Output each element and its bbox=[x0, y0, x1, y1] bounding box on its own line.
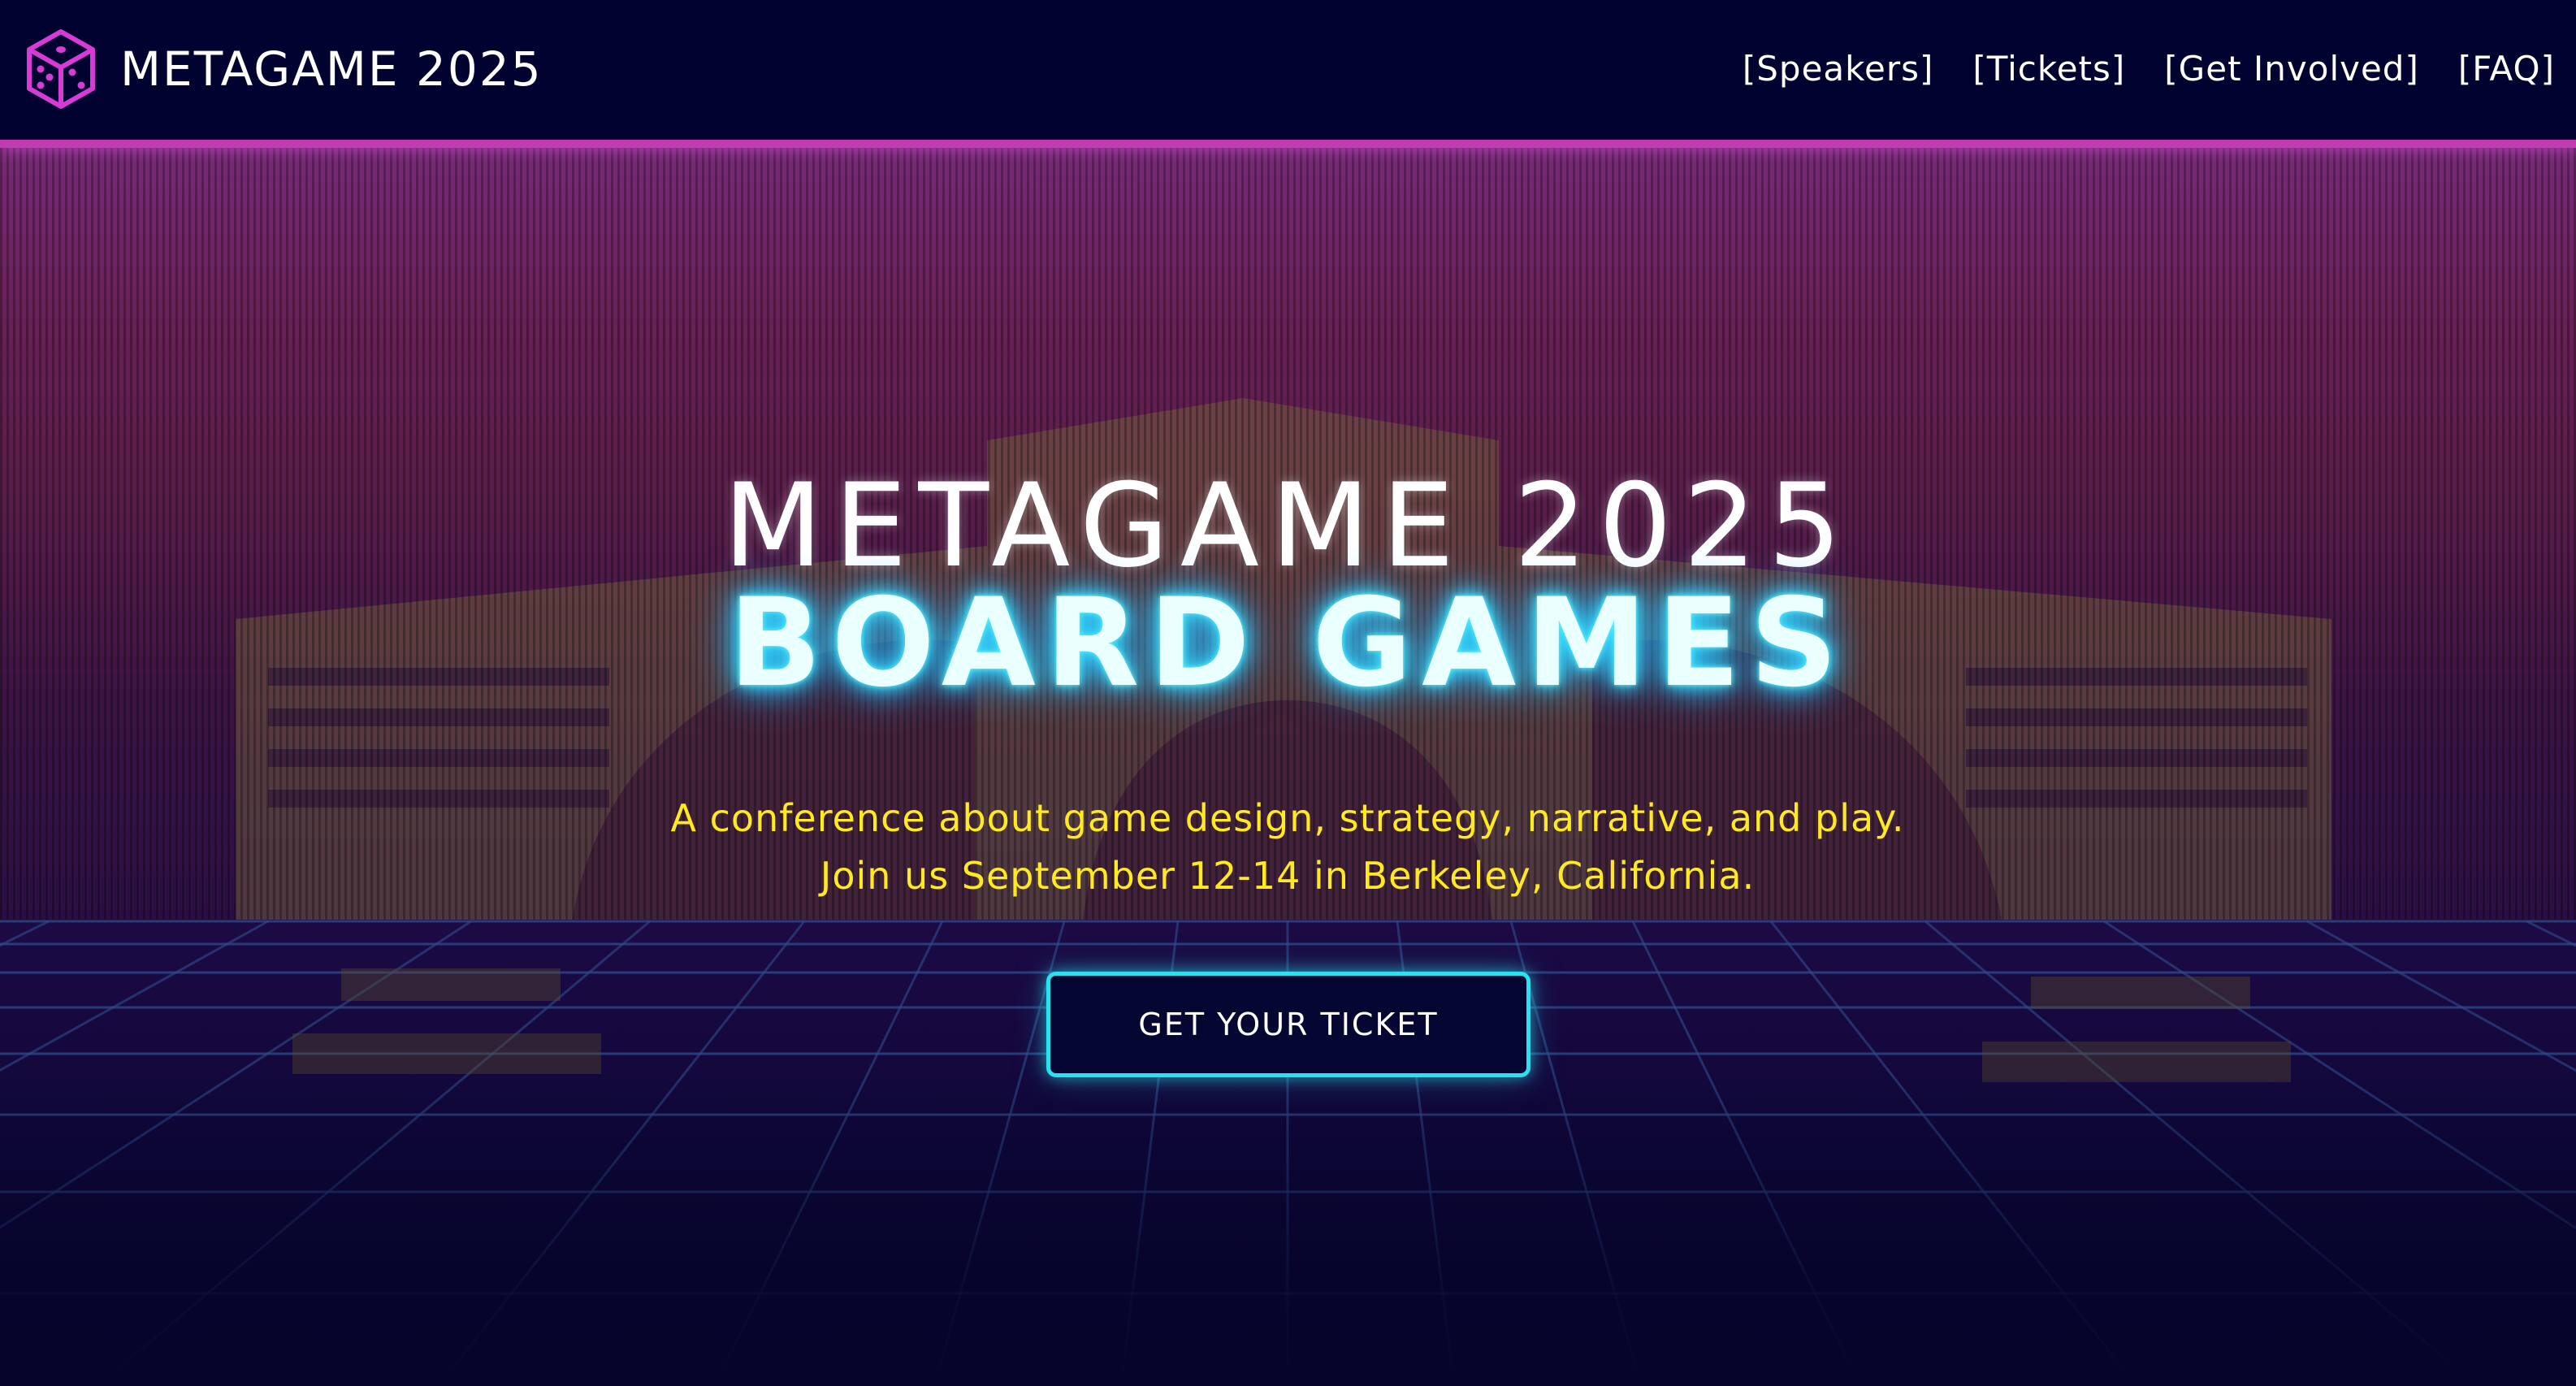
hero-title: METAGAME 2025 bbox=[723, 459, 1853, 593]
hero-subtitle-neon: BOARD GAMES bbox=[728, 573, 1848, 714]
dice-icon bbox=[27, 29, 95, 109]
nav-links: [Speakers] [Tickets] [Get Involved] [FAQ… bbox=[1743, 42, 2555, 96]
nav-link-speakers[interactable]: [Speakers] bbox=[1743, 42, 1933, 96]
nav-link-tickets[interactable]: [Tickets] bbox=[1972, 42, 2125, 96]
get-your-ticket-button[interactable]: GET YOUR TICKET bbox=[1046, 972, 1530, 1077]
brand-name: METAGAME 2025 bbox=[120, 41, 543, 97]
hero-description: A conference about game design, strategy… bbox=[670, 796, 1905, 898]
nav-link-get-involved[interactable]: [Get Involved] bbox=[2164, 42, 2419, 96]
brand[interactable]: METAGAME 2025 bbox=[24, 27, 543, 111]
nav-link-faq[interactable]: [FAQ] bbox=[2458, 42, 2555, 96]
hero-section: METAGAME 2025 BOARD GAMES A conference a… bbox=[0, 140, 2576, 1386]
hero-bottom-fade bbox=[0, 1074, 2576, 1386]
top-navigation-bar: METAGAME 2025 [Speakers] [Tickets] [Get … bbox=[0, 0, 2576, 140]
